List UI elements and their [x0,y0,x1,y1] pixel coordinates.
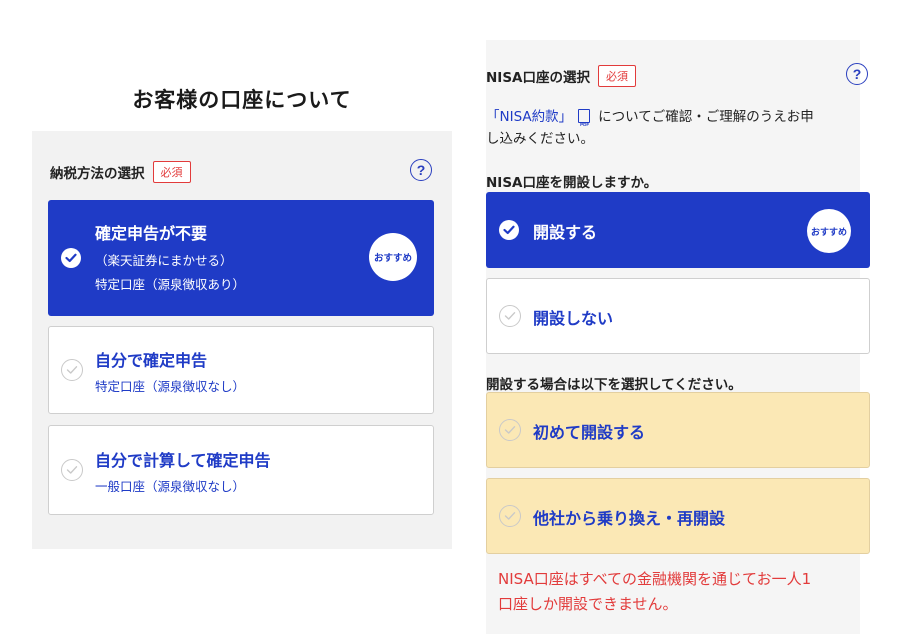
pdf-icon[interactable]: PDF [578,109,591,127]
nisa-header: NISA口座の選択 必須 [486,65,636,87]
tax-method-header: 納税方法の選択 必須 [50,161,191,183]
option-title: 開設しない [533,309,614,328]
warning-line: 口座しか開設できません。 [498,595,678,613]
option-title: 初めて開設する [533,423,646,442]
option-title: 自分で確定申告 [95,351,208,370]
section-title: NISA口座の選択 [486,70,590,86]
required-badge: 必須 [598,65,636,87]
nisa-type-transfer[interactable]: 他社から乗り換え・再開設 [486,478,870,554]
tax-option-self-filing[interactable]: 自分で確定申告 特定口座（源泉徴収なし） [48,326,434,414]
nisa-type-first[interactable]: 初めて開設する [486,392,870,468]
check-icon [499,220,519,240]
help-icon[interactable]: ? [846,63,868,85]
option-account-type: 特定口座（源泉徴収なし） [95,379,246,394]
check-outline-icon [499,305,521,327]
nisa-warning: NISA口座はすべての金融機関を通じてお一人1 口座しか開設できません。 [498,567,858,617]
nisa-open-yes[interactable]: 開設する おすすめ [486,192,870,268]
nisa-panel: NISA口座の選択 必須 ? 「NISA約款」 PDF についてご確認・ご理解のうえ… [486,40,870,634]
check-outline-icon [61,359,83,381]
tax-option-no-filing[interactable]: 確定申告が不要 （楽天証券にまかせる） 特定口座（源泉徴収あり） おすすめ [48,200,434,316]
question-open-type: 開設する場合は以下を選択してください。 [486,377,742,393]
check-icon [61,248,81,268]
check-outline-icon [499,505,521,527]
required-badge: 必須 [152,161,191,183]
tax-method-panel: 納税方法の選択 必須 ? 確定申告が不要 （楽天証券にまかせる） 特定口座（源泉… [32,131,452,549]
notice-text: についてご確認・ご理解のうえお申 [598,109,814,125]
recommended-badge: おすすめ [369,233,417,281]
option-account-type: 一般口座（源泉徴収なし） [95,479,246,494]
help-icon[interactable]: ? [410,159,432,181]
section-title: 納税方法の選択 [50,166,145,182]
check-outline-icon [61,459,83,481]
option-subtitle: （楽天証券にまかせる） [95,253,233,268]
option-title: 確定申告が不要 [95,224,208,243]
warning-line: NISA口座はすべての金融機関を通じてお一人1 [498,570,812,588]
notice-text: し込みください。 [486,131,594,147]
nisa-open-no[interactable]: 開設しない [486,278,870,354]
check-outline-icon [499,419,521,441]
option-account-type: 特定口座（源泉徴収あり） [95,277,246,292]
nisa-terms-link[interactable]: 「NISA約款」 [486,109,572,125]
page-title: お客様の口座について [132,88,352,112]
option-title: 他社から乗り換え・再開設 [533,509,726,528]
terms-notice: 「NISA約款」 PDF についてご確認・ご理解のうえお申 し込みください。 [486,106,860,150]
tax-option-self-calc[interactable]: 自分で計算して確定申告 一般口座（源泉徴収なし） [48,425,434,515]
recommended-badge: おすすめ [807,209,851,253]
question-open-nisa: NISA口座を開設しますか。 [486,175,658,191]
option-title: 自分で計算して確定申告 [95,451,271,470]
option-title: 開設する [533,223,598,242]
